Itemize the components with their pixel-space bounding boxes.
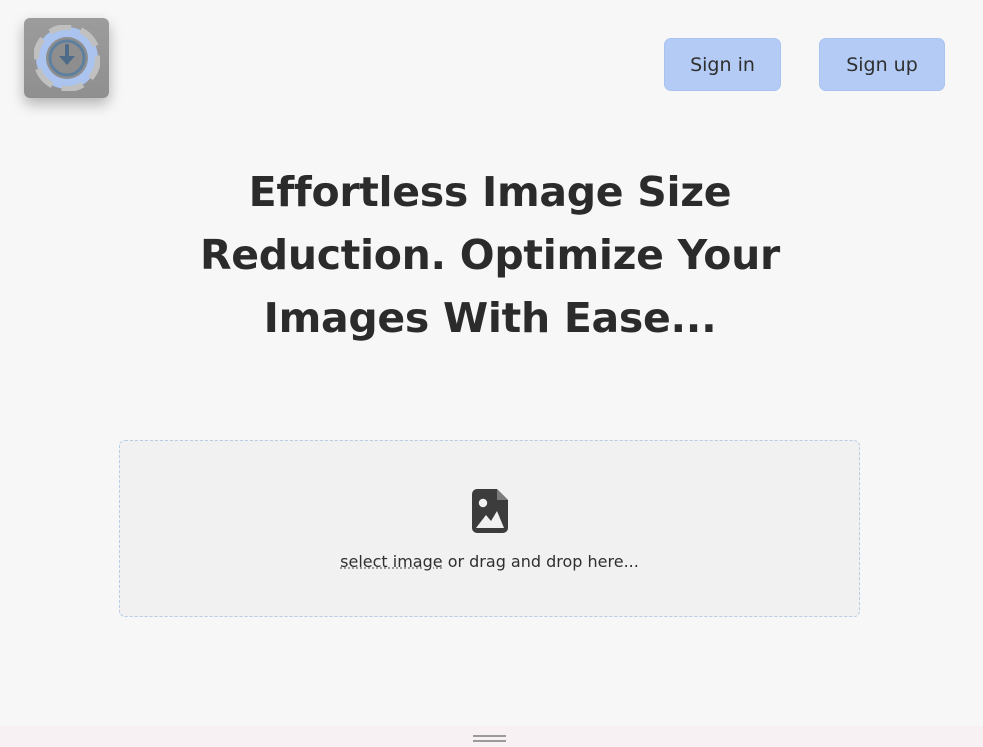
- download-circle-icon: [33, 25, 100, 91]
- drop-instructions: select image or drag and drop here...: [120, 552, 859, 571]
- sign-in-button[interactable]: Sign in: [664, 38, 781, 91]
- select-image-link[interactable]: select image: [340, 552, 442, 571]
- sign-up-button[interactable]: Sign up: [819, 38, 945, 91]
- app-logo[interactable]: [24, 18, 109, 98]
- image-file-icon: [472, 489, 508, 533]
- drag-handle-icon[interactable]: [473, 735, 506, 743]
- hero-heading: Effortless Image Size Reduction. Optimiz…: [200, 168, 780, 342]
- image-drop-zone[interactable]: select image or drag and drop here...: [119, 440, 860, 617]
- bottom-bar: [0, 726, 983, 747]
- drop-hint-text: or drag and drop here...: [442, 552, 639, 571]
